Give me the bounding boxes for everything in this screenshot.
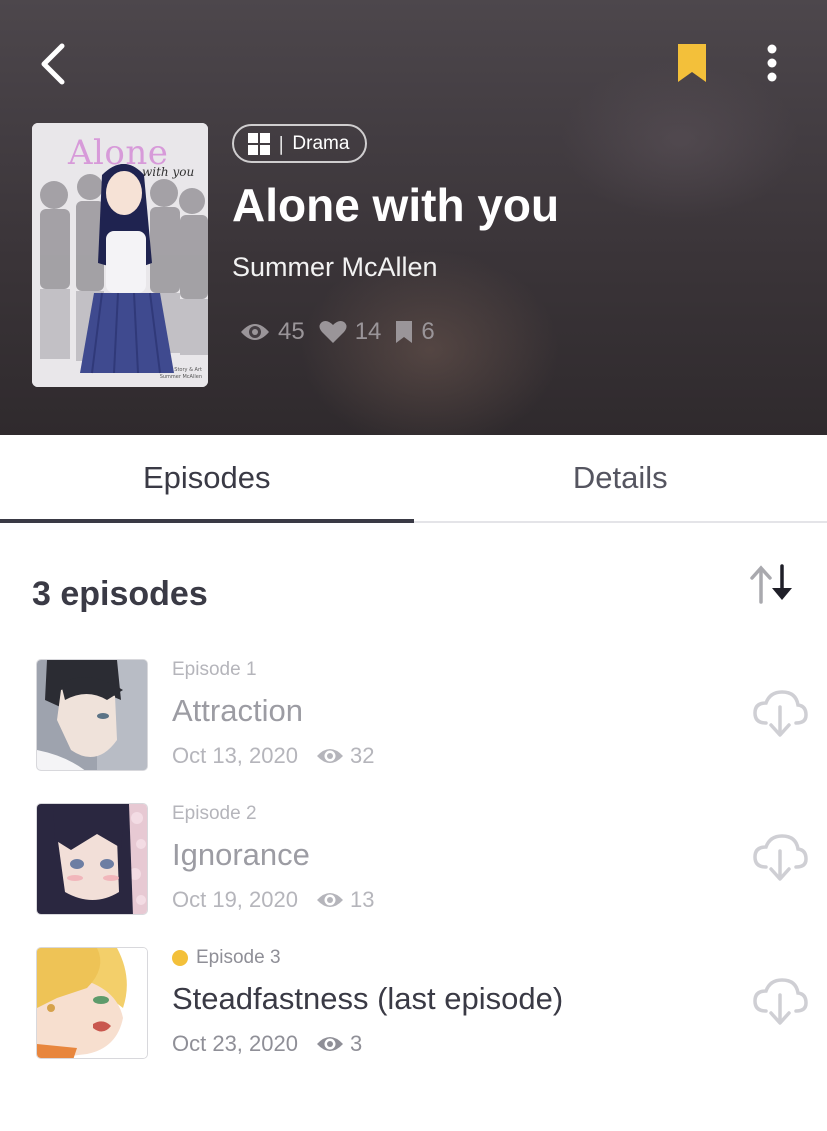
bookmarks-count: 6 <box>421 318 435 345</box>
sort-arrows-icon <box>750 564 792 604</box>
episode-thumbnail <box>36 659 148 771</box>
bookmarks-stat: 6 <box>395 318 435 346</box>
series-header: Alone with you Story & Art Summer McAlle… <box>0 0 827 435</box>
episode-views: 13 <box>316 887 374 913</box>
episode-number-label: Episode 3 <box>196 947 281 968</box>
back-button[interactable] <box>34 40 74 88</box>
episode-date: Oct 13, 2020 <box>172 743 298 768</box>
episode-meta: Oct 19, 2020 13 <box>172 887 374 913</box>
eye-icon <box>316 1037 343 1051</box>
cover-subtitle: with you <box>142 165 195 179</box>
episode-title: Ignorance <box>172 837 310 872</box>
download-button[interactable] <box>752 689 808 739</box>
episode-title: Attraction <box>172 693 303 728</box>
episode-number-label: Episode 2 <box>172 803 257 824</box>
episode-number: Episode 1 <box>172 659 257 681</box>
episode-date: Oct 23, 2020 <box>172 1031 298 1056</box>
genre-separator: | <box>278 132 285 155</box>
bookmark-button[interactable] <box>676 42 708 84</box>
unread-indicator <box>172 950 188 966</box>
episode-number: Episode 3 <box>172 947 281 969</box>
episode-views: 32 <box>316 743 374 769</box>
bookmark-icon <box>678 44 706 82</box>
cover-credit-line1: Story & Art <box>174 367 202 373</box>
series-title: Alone with you <box>232 179 560 231</box>
bookmark-icon <box>396 321 413 343</box>
series-stats: 45 14 6 <box>240 318 435 346</box>
likes-count: 14 <box>354 318 382 345</box>
cloud-download-icon <box>753 690 808 737</box>
episode-row[interactable]: Episode 1 Attraction Oct 13, 2020 32 <box>32 659 812 779</box>
genre-label: Drama <box>292 132 350 154</box>
cover-credit: Story & Art Summer McAllen <box>160 367 202 381</box>
cover-credit-line2: Summer McAllen <box>159 374 202 380</box>
tab-details[interactable]: Details <box>414 435 827 521</box>
tab-bar: Episodes Details <box>0 435 827 523</box>
download-button[interactable] <box>752 833 808 883</box>
grid-icon <box>248 132 270 155</box>
episode-count: 3 episodes <box>32 575 208 613</box>
more-vertical-icon <box>767 44 777 82</box>
episode-row[interactable]: Episode 2 Ignorance Oct 19, 2020 13 <box>32 803 812 923</box>
more-options-button[interactable] <box>756 42 788 84</box>
cloud-download-icon <box>753 834 808 881</box>
chevron-left-icon <box>41 43 65 85</box>
likes-stat: 14 <box>319 318 382 346</box>
series-author[interactable]: Summer McAllen <box>232 252 438 283</box>
tab-episodes[interactable]: Episodes <box>0 435 414 523</box>
episode-meta: Oct 23, 2020 3 <box>172 1031 362 1057</box>
cloud-download-icon <box>753 978 808 1025</box>
episode-views: 3 <box>316 1031 362 1057</box>
episode-views-count: 13 <box>349 887 375 912</box>
heart-icon <box>319 321 347 343</box>
genre-badge[interactable]: | Drama <box>232 124 368 163</box>
episode-views-count: 32 <box>349 743 375 768</box>
episode-number: Episode 2 <box>172 803 257 825</box>
views-stat: 45 <box>240 318 305 346</box>
episode-meta: Oct 13, 2020 32 <box>172 743 374 769</box>
episode-thumbnail <box>36 803 148 915</box>
sort-button[interactable] <box>746 562 798 606</box>
cover-image: Alone with you Story & Art Summer McAlle… <box>32 123 208 387</box>
episode-thumbnail <box>36 947 148 1059</box>
episode-title: Steadfastness (last episode) <box>172 981 564 1016</box>
views-count: 45 <box>278 318 305 345</box>
download-button[interactable] <box>752 977 808 1027</box>
eye-icon <box>241 324 269 340</box>
episode-number-label: Episode 1 <box>172 659 257 680</box>
eye-icon <box>316 893 343 907</box>
episode-views-count: 3 <box>349 1031 363 1056</box>
episode-row[interactable]: Episode 3 Steadfastness (last episode) O… <box>32 947 812 1067</box>
eye-icon <box>316 749 343 763</box>
episode-date: Oct 19, 2020 <box>172 887 298 912</box>
